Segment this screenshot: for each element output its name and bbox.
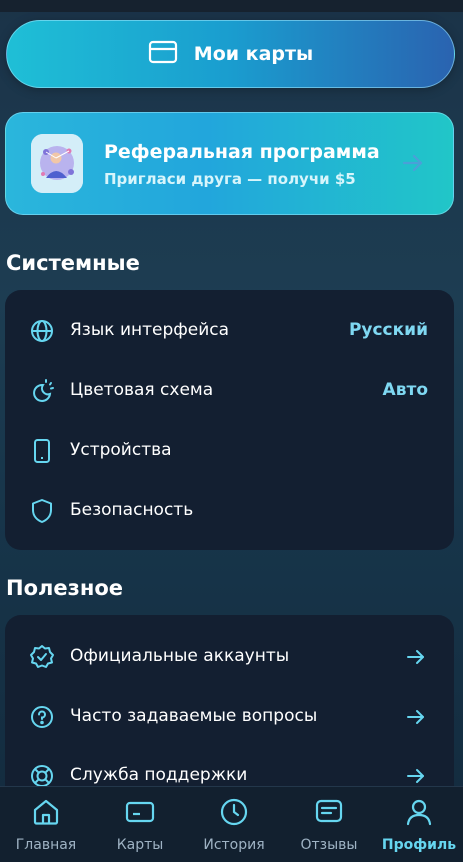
nav-item-profile[interactable]: Профиль bbox=[375, 787, 463, 862]
link-label: Часто задаваемые вопросы bbox=[70, 706, 318, 726]
setting-row-security[interactable]: Безопасность bbox=[5, 481, 454, 541]
nav-label: Карты bbox=[116, 837, 164, 853]
theme-icon bbox=[29, 378, 55, 404]
setting-label: Язык интерфейса bbox=[70, 320, 230, 340]
setting-value: Авто bbox=[382, 380, 428, 400]
referral-subtitle: Пригласи друга — получи $5 bbox=[104, 170, 356, 188]
referral-illustration-icon bbox=[31, 134, 83, 193]
bottom-navigation: Главная Карты История Отзывы Профиль bbox=[0, 786, 463, 862]
setting-row-devices[interactable]: Устройства bbox=[5, 421, 454, 481]
home-icon bbox=[31, 797, 61, 827]
useful-section-title: Полезное bbox=[6, 576, 124, 600]
setting-value: Русский bbox=[348, 320, 428, 340]
verified-badge-icon bbox=[29, 644, 55, 670]
link-row-official-accounts[interactable]: Официальные аккаунты bbox=[5, 627, 454, 687]
referral-banner[interactable]: Реферальная программа Пригласи друга — п… bbox=[5, 112, 454, 215]
system-section-title: Системные bbox=[6, 251, 140, 275]
phone-icon bbox=[29, 438, 55, 464]
setting-label: Безопасность bbox=[70, 500, 194, 520]
nav-label: История bbox=[203, 837, 265, 853]
nav-label: Профиль bbox=[381, 837, 457, 853]
card-icon bbox=[125, 797, 155, 827]
my-cards-label: Мои карты bbox=[193, 43, 314, 65]
setting-label: Цветовая схема bbox=[70, 380, 214, 400]
shield-icon bbox=[29, 498, 55, 524]
clock-icon bbox=[219, 797, 249, 827]
globe-icon bbox=[29, 318, 55, 344]
user-icon bbox=[404, 797, 434, 827]
arrow-right-icon bbox=[406, 647, 426, 671]
setting-row-color-scheme[interactable]: Цветовая схема Авто bbox=[5, 361, 454, 421]
nav-item-home[interactable]: Главная bbox=[0, 787, 92, 862]
link-label: Официальные аккаунты bbox=[70, 646, 290, 666]
nav-label: Главная bbox=[15, 837, 77, 853]
nav-item-reviews[interactable]: Отзывы bbox=[283, 787, 375, 862]
arrow-right-icon bbox=[406, 707, 426, 731]
system-settings-card: Язык интерфейса Русский Цветовая схема А… bbox=[5, 290, 454, 550]
top-strip bbox=[0, 0, 463, 12]
arrow-right-icon bbox=[401, 151, 425, 179]
question-icon bbox=[29, 704, 55, 730]
setting-label: Устройства bbox=[70, 440, 172, 460]
message-icon bbox=[314, 797, 344, 827]
credit-card-icon bbox=[148, 40, 178, 68]
nav-item-cards[interactable]: Карты bbox=[94, 787, 186, 862]
referral-title: Реферальная программа bbox=[104, 141, 380, 163]
useful-links-card: Официальные аккаунты Часто задаваемые во… bbox=[5, 615, 454, 815]
setting-row-language[interactable]: Язык интерфейса Русский bbox=[5, 301, 454, 361]
my-cards-button[interactable]: Мои карты bbox=[6, 20, 455, 88]
nav-label: Отзывы bbox=[300, 837, 358, 853]
link-row-faq[interactable]: Часто задаваемые вопросы bbox=[5, 687, 454, 747]
link-label: Служба поддержки bbox=[70, 765, 248, 785]
nav-item-history[interactable]: История bbox=[188, 787, 280, 862]
